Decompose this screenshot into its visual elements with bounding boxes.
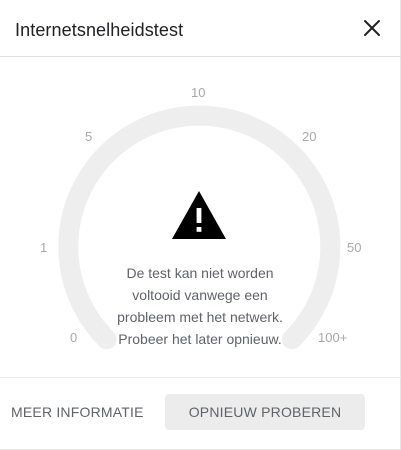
- gauge-tick-1: 1: [40, 240, 48, 255]
- close-icon: [364, 20, 380, 36]
- error-message-line: Probeer het later opnieuw.: [118, 331, 282, 347]
- gauge-tick-10: 10: [191, 85, 206, 100]
- gauge-tick-50: 50: [347, 240, 362, 255]
- dialog-footer: MEER INFORMATIE OPNIEUW PROBEREN: [0, 377, 401, 450]
- gauge-tick-20: 20: [302, 129, 317, 144]
- error-message-line: probleem met het netwerk.: [117, 309, 283, 325]
- retry-button[interactable]: OPNIEUW PROBEREN: [165, 394, 365, 430]
- error-message-line: De test kan niet worden: [126, 265, 274, 281]
- error-message-line: voltooid vanwege een: [132, 287, 268, 303]
- gauge-tick-5: 5: [85, 129, 93, 144]
- gauge-tick-0: 0: [70, 330, 78, 345]
- gauge-tick-100: 100+: [318, 330, 348, 345]
- error-message: De test kan niet worden voltooid vanwege…: [95, 262, 305, 350]
- dialog-header: Internetsnelheidstest: [0, 0, 401, 57]
- close-button[interactable]: [360, 16, 384, 40]
- speed-test-dialog: Internetsnelheidstest 0 1 5 10 20 50 100…: [0, 0, 401, 450]
- more-info-link[interactable]: MEER INFORMATIE: [11, 404, 144, 420]
- warning-icon: [172, 191, 226, 239]
- dialog-title: Internetsnelheidstest: [15, 20, 184, 40]
